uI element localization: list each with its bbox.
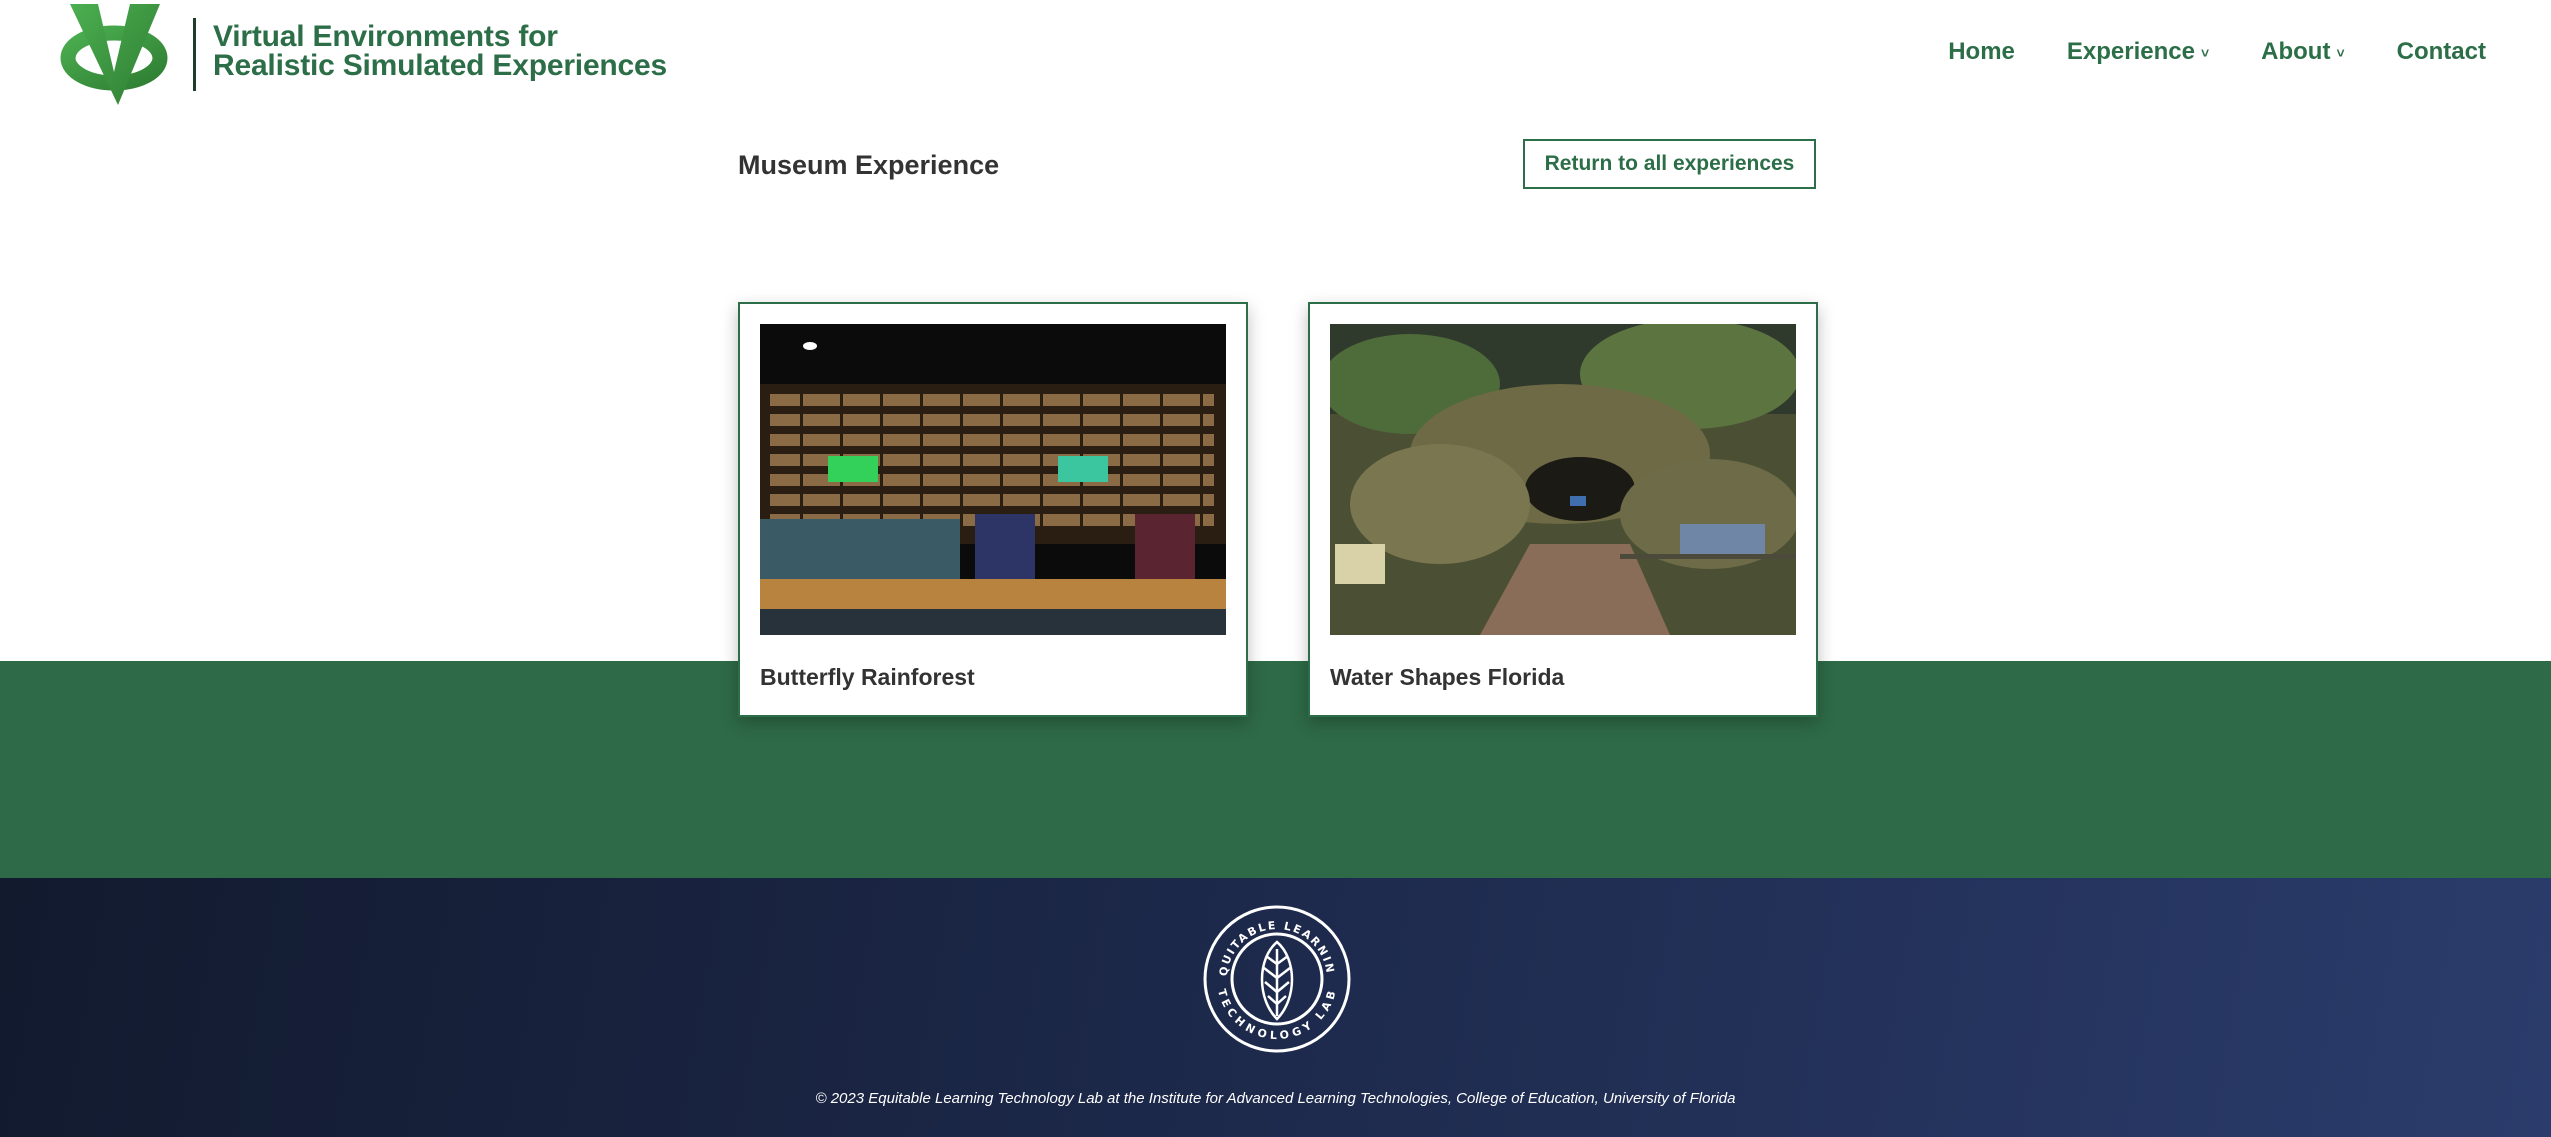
site-header: Virtual Environments for Realistic Simul…	[0, 0, 2551, 120]
nav-home[interactable]: Home	[1948, 38, 2015, 66]
logo-arc-top: EQUITABLE LEARNING	[1202, 904, 1335, 977]
nav-contact[interactable]: Contact	[2397, 38, 2486, 66]
nav-experience-label: Experience	[2066, 38, 2195, 65]
chevron-down-icon: ˅	[2336, 45, 2345, 61]
svg-text:EQUITABLE LEARNING: EQUITABLE LEARNING	[1202, 904, 1337, 977]
nav-contact-label: Contact	[2396, 38, 2486, 65]
water-shapes-florida-image[interactable]	[1330, 324, 1796, 635]
main-nav: Home Experience ˅ About ˅ Contact	[1948, 38, 2486, 66]
nav-about[interactable]: About ˅	[2261, 38, 2345, 66]
site-logo-text[interactable]: Virtual Environments for Realistic Simul…	[213, 20, 668, 82]
equitable-learning-lab-logo[interactable]: EQUITABLE LEARNING TECHNOLOGY LAB	[1202, 904, 1352, 1054]
logo-divider	[193, 18, 196, 91]
green-band	[0, 661, 2551, 878]
leaf-icon	[1260, 940, 1294, 1021]
chevron-down-icon: ˅	[2200, 45, 2210, 61]
logo-line-1: Virtual Environments for	[213, 20, 558, 53]
nav-experience[interactable]: Experience ˅	[2067, 38, 2209, 66]
logo-line-2: Realistic Simulated Experiences	[213, 49, 668, 82]
verse-logo-icon[interactable]	[58, 0, 176, 108]
card-title[interactable]: Water Shapes Florida	[1330, 664, 1564, 691]
experience-card-water-shapes-florida[interactable]: Water Shapes Florida	[1308, 302, 1818, 717]
nav-about-label: About	[2261, 38, 2331, 65]
nav-home-label: Home	[1948, 38, 2015, 65]
footer-copyright: © 2023 Equitable Learning Technology Lab…	[815, 1090, 1736, 1107]
experience-card-butterfly-rainforest[interactable]: Butterfly Rainforest	[738, 302, 1248, 717]
page-title: Museum Experience	[738, 150, 1000, 180]
butterfly-rainforest-image[interactable]	[760, 324, 1226, 635]
card-title[interactable]: Butterfly Rainforest	[760, 664, 975, 691]
return-to-experiences-button[interactable]: Return to all experiences	[1523, 139, 1816, 189]
